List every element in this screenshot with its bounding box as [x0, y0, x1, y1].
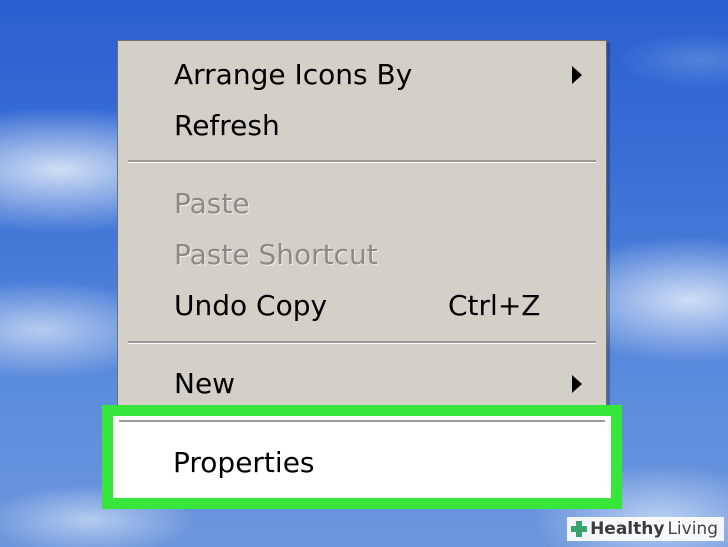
menu-item-properties[interactable]: Properties — [113, 441, 611, 485]
healthy-living-watermark: Healthy Living — [567, 517, 724, 541]
menu-item-new[interactable]: New — [118, 362, 606, 406]
menu-item-label: Arrange Icons By — [174, 58, 413, 91]
properties-highlight-box: Properties — [102, 405, 622, 509]
menu-item-label: Refresh — [174, 109, 280, 142]
menu-item-paste: Paste — [118, 182, 606, 226]
menu-item-label: New — [174, 367, 236, 400]
watermark-suffix: Living — [667, 519, 718, 539]
menu-separator — [128, 160, 596, 163]
menu-item-label: Undo Copy — [174, 289, 328, 322]
menu-item-shortcut: Ctrl+Z — [448, 289, 541, 322]
watermark-brand: Healthy — [590, 519, 665, 539]
menu-item-refresh[interactable]: Refresh — [118, 104, 606, 148]
menu-separator — [128, 341, 596, 344]
menu-item-undo-copy[interactable]: Undo Copy Ctrl+Z — [118, 284, 606, 328]
menu-item-label: Paste Shortcut — [174, 238, 378, 271]
menu-item-arrange-icons-by[interactable]: Arrange Icons By — [118, 53, 606, 97]
menu-item-label: Properties — [173, 446, 315, 479]
medical-cross-icon — [571, 521, 588, 537]
menu-item-label: Paste — [174, 187, 250, 220]
menu-separator — [119, 420, 605, 423]
submenu-arrow-icon — [572, 66, 582, 84]
submenu-arrow-icon — [572, 375, 582, 393]
menu-item-paste-shortcut: Paste Shortcut — [118, 233, 606, 277]
